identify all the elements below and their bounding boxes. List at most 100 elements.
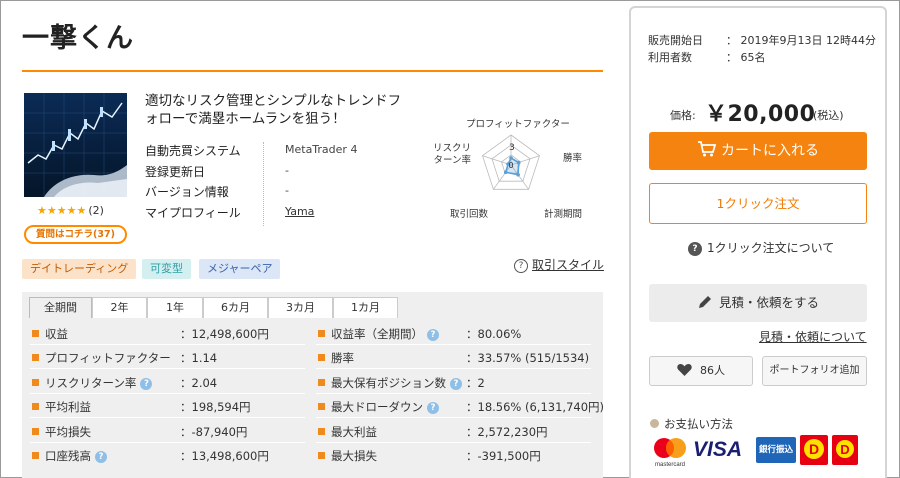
one-click-about-link[interactable]: ? 1クリック注文について: [688, 239, 834, 256]
trade-style-link[interactable]: ? 取引スタイル: [514, 256, 604, 273]
stat-value-left-0: ：12,498,600円: [180, 327, 269, 341]
stat-value-right-0: ：80.06%: [466, 327, 522, 341]
tab-all[interactable]: 全期間: [29, 297, 92, 318]
one-click-about-label: 1クリック注文について: [707, 241, 835, 255]
stat-value-left-2: ：2.04: [180, 375, 218, 390]
tax-label: (税込): [813, 109, 844, 122]
radar-center-value: 0: [508, 161, 513, 170]
row-divider: [30, 344, 305, 345]
tag-variable[interactable]: 可変型: [142, 259, 191, 279]
stat-value-left-5: ：13,498,600円: [180, 449, 269, 463]
add-portfolio-button[interactable]: ポートフォリオ追加: [762, 356, 867, 386]
users-label: 利用者数: [648, 51, 692, 64]
tab-1y[interactable]: 1年: [147, 297, 203, 318]
bullet-square-icon: [32, 427, 39, 435]
sale-start-value: ： 2019年9月13日 12時44分: [726, 34, 876, 47]
tab-1m[interactable]: 1カ月: [333, 297, 398, 318]
bullet-square-icon: [318, 378, 325, 386]
help-icon[interactable]: ?: [427, 402, 439, 415]
product-tagline: 適切なリスク管理とシンプルなトレンドフォローで満塁ホームランを狙う！: [145, 93, 402, 127]
help-circle-icon: ?: [514, 258, 528, 273]
heart-icon: [677, 364, 692, 376]
stat-label-text: 口座残高: [45, 449, 91, 463]
stat-value-left-3: ：198,594円: [180, 400, 251, 415]
profile-link[interactable]: Yama: [285, 205, 314, 218]
stat-label-text: 収益: [45, 327, 68, 341]
help-icon: ?: [688, 241, 702, 256]
mastercard-logo: mastercard: [650, 435, 690, 468]
product-image: [24, 93, 127, 197]
daily-yamazaki-logo: D: [832, 435, 858, 465]
info-value-version: -: [285, 184, 289, 197]
help-icon[interactable]: ?: [450, 377, 462, 390]
one-click-order-button[interactable]: 1クリック注文: [649, 183, 867, 224]
dstation-logo: D: [800, 435, 828, 465]
bullet-square-icon: [318, 427, 325, 435]
stat-label-right-2: 最大保有ポジション数?: [318, 375, 462, 391]
stat-label-left-4: 平均損失: [32, 424, 91, 440]
bullet-square-icon: [32, 403, 39, 411]
stat-label-text: 最大損失: [331, 449, 377, 463]
users-value: ： 65名: [726, 51, 766, 64]
bullet-square-icon: [32, 452, 39, 459]
add-to-cart-button[interactable]: カートに入れる: [649, 132, 867, 170]
quote-label: 見積・依頼をする: [718, 295, 819, 310]
stat-label-right-0: 収益率（全期間）?: [318, 326, 439, 342]
stat-value-left-1: ：1.14: [180, 351, 218, 366]
tag-major-pair[interactable]: メジャーペア: [199, 259, 281, 279]
stat-value-right-1: ：33.57% (515/1534): [466, 351, 590, 366]
payment-methods-title: お支払い方法: [650, 416, 733, 432]
radar-point-0: [509, 156, 513, 160]
help-icon[interactable]: ?: [140, 377, 153, 390]
quote-request-button[interactable]: 見積・依頼をする: [649, 284, 867, 322]
pencil-icon: [698, 296, 711, 308]
question-button[interactable]: 質問はコチラ(37): [24, 225, 127, 244]
quote-about-link[interactable]: 見積・依頼について: [759, 328, 867, 345]
stat-label-text: 収益率（全期間）: [331, 327, 423, 341]
info-value-system: MetaTrader 4: [285, 143, 358, 156]
stat-label-left-1: プロフィットファクター: [32, 350, 171, 366]
stat-label-text: 最大ドローダウン: [331, 400, 423, 415]
bullet-square-icon: [318, 403, 325, 411]
tab-6m[interactable]: 6カ月: [203, 297, 268, 318]
stat-value-right-4: ：2,572,230円: [466, 424, 548, 439]
radar-label-winrate: 勝率: [563, 153, 583, 164]
cart-icon: [698, 141, 717, 157]
sale-start-label: 販売開始日: [648, 34, 703, 47]
review-count[interactable]: (2): [88, 204, 104, 217]
stat-label-text: 最大保有ポジション数: [331, 375, 446, 390]
payment-title-label: お支払い方法: [664, 417, 733, 431]
tab-2y[interactable]: 2年: [92, 297, 147, 318]
help-icon[interactable]: ?: [95, 451, 107, 463]
row-divider: [30, 368, 305, 370]
radar-label-risk: リスクリターン率: [432, 143, 471, 166]
stat-label-left-2: リスクリターン率?: [32, 375, 153, 391]
favorite-button[interactable]: 86人: [649, 356, 753, 386]
bullet-square-icon: [318, 452, 325, 459]
info-separator: [263, 142, 264, 226]
row-divider: [316, 368, 591, 370]
radar-label-period: 計測期間: [544, 209, 583, 220]
visa-logo: VISA: [693, 438, 743, 461]
radar-point-1: [516, 160, 521, 165]
tag-daytrading[interactable]: デイトレーディング: [22, 259, 137, 279]
trade-style-label: 取引スタイル: [532, 258, 605, 272]
stat-label-left-0: 収益: [32, 326, 68, 342]
stat-value-left-4: ：-87,940円: [180, 424, 248, 439]
stat-label-text: 平均利益: [45, 400, 91, 415]
tab-3m[interactable]: 3カ月: [268, 297, 333, 318]
info-label-system: 自動売買システム: [145, 144, 241, 158]
help-icon[interactable]: ?: [427, 329, 439, 341]
page-title: 一撃くん: [22, 23, 134, 54]
bullet-icon: [650, 419, 659, 428]
price-label: 価格:: [670, 109, 696, 122]
stat-value-right-5: ：-391,500円: [466, 449, 541, 463]
stat-value-right-2: ：2: [466, 375, 485, 390]
favorite-count: 86人: [700, 364, 725, 377]
stat-label-text: 勝率: [331, 351, 354, 366]
info-label-profile: マイプロフィール: [145, 206, 241, 220]
row-divider: [316, 417, 591, 419]
radar-scale-max: 3: [509, 143, 515, 153]
radar-point-2: [516, 172, 520, 177]
stat-label-right-1: 勝率: [318, 350, 354, 366]
